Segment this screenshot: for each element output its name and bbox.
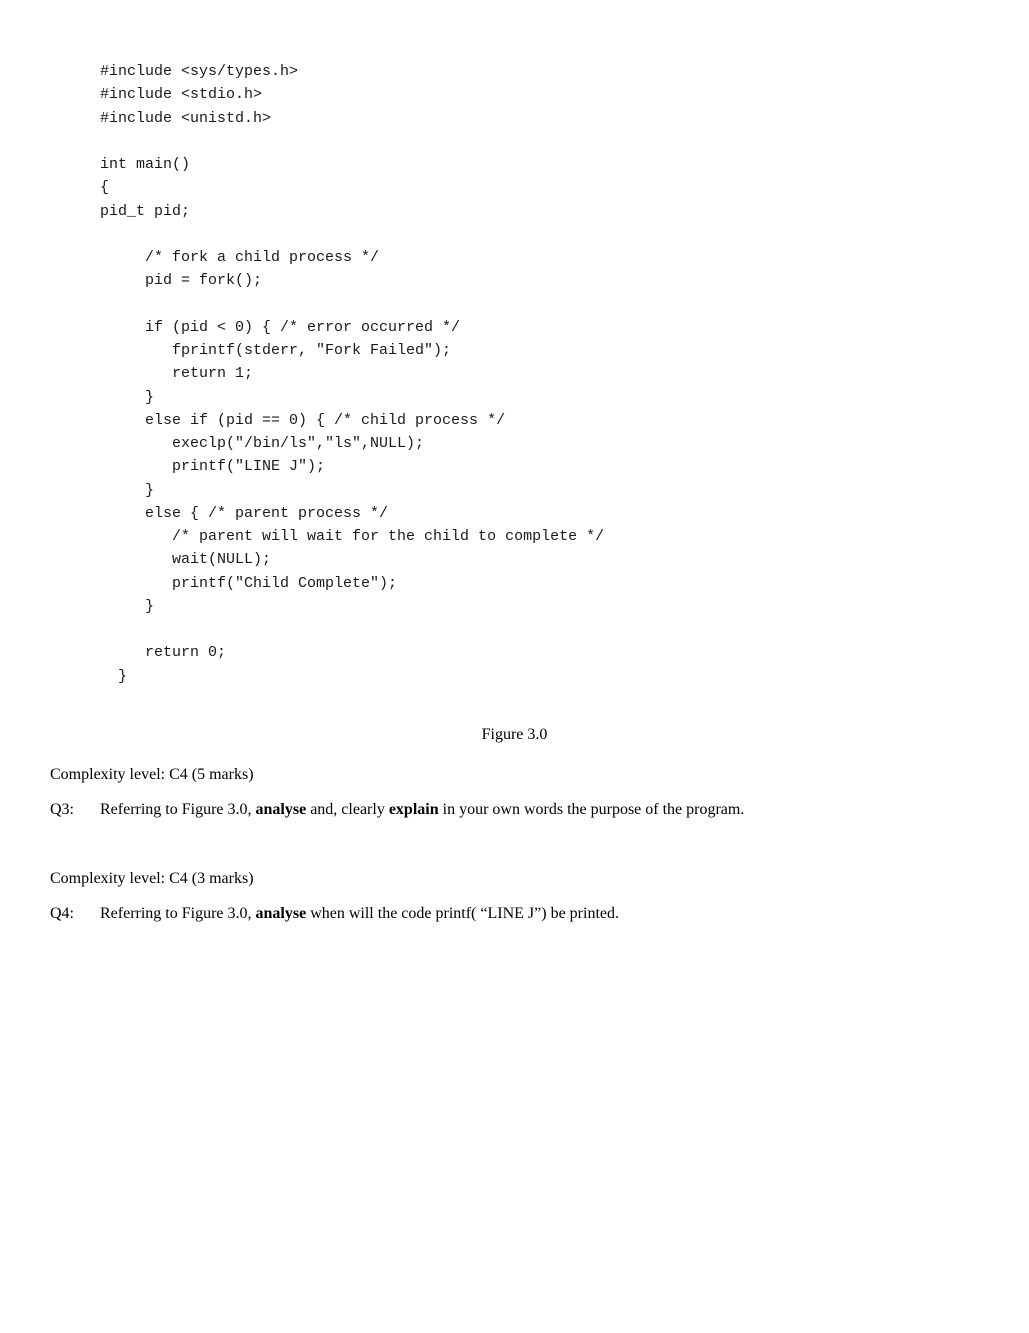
q3-bold1: analyse bbox=[256, 801, 307, 818]
q3-complexity: Complexity level: C4 (5 marks) bbox=[50, 766, 979, 784]
q4-label: Q4: bbox=[50, 902, 100, 926]
q3-text: Referring to Figure 3.0, analyse and, cl… bbox=[100, 798, 979, 822]
q3-block: Q3: Referring to Figure 3.0, analyse and… bbox=[50, 798, 979, 822]
q3-label: Q3: bbox=[50, 798, 100, 822]
q3-text-before: Referring to Figure 3.0, bbox=[100, 801, 256, 818]
q4-text-before: Referring to Figure 3.0, bbox=[100, 905, 256, 922]
q4-text-after: when will the code printf( “LINE J”) be … bbox=[306, 905, 619, 922]
q4-text: Referring to Figure 3.0, analyse when wi… bbox=[100, 902, 979, 926]
q3-text-after: in your own words the purpose of the pro… bbox=[439, 801, 745, 818]
q3-text-middle: and, clearly bbox=[306, 801, 389, 818]
code-block: #include <sys/types.h> #include <stdio.h… bbox=[50, 40, 979, 708]
q4-bold1: analyse bbox=[256, 905, 307, 922]
figure-caption: Figure 3.0 bbox=[50, 726, 979, 744]
q4-block: Q4: Referring to Figure 3.0, analyse whe… bbox=[50, 902, 979, 926]
q4-complexity: Complexity level: C4 (3 marks) bbox=[50, 870, 979, 888]
q3-bold2: explain bbox=[389, 801, 439, 818]
